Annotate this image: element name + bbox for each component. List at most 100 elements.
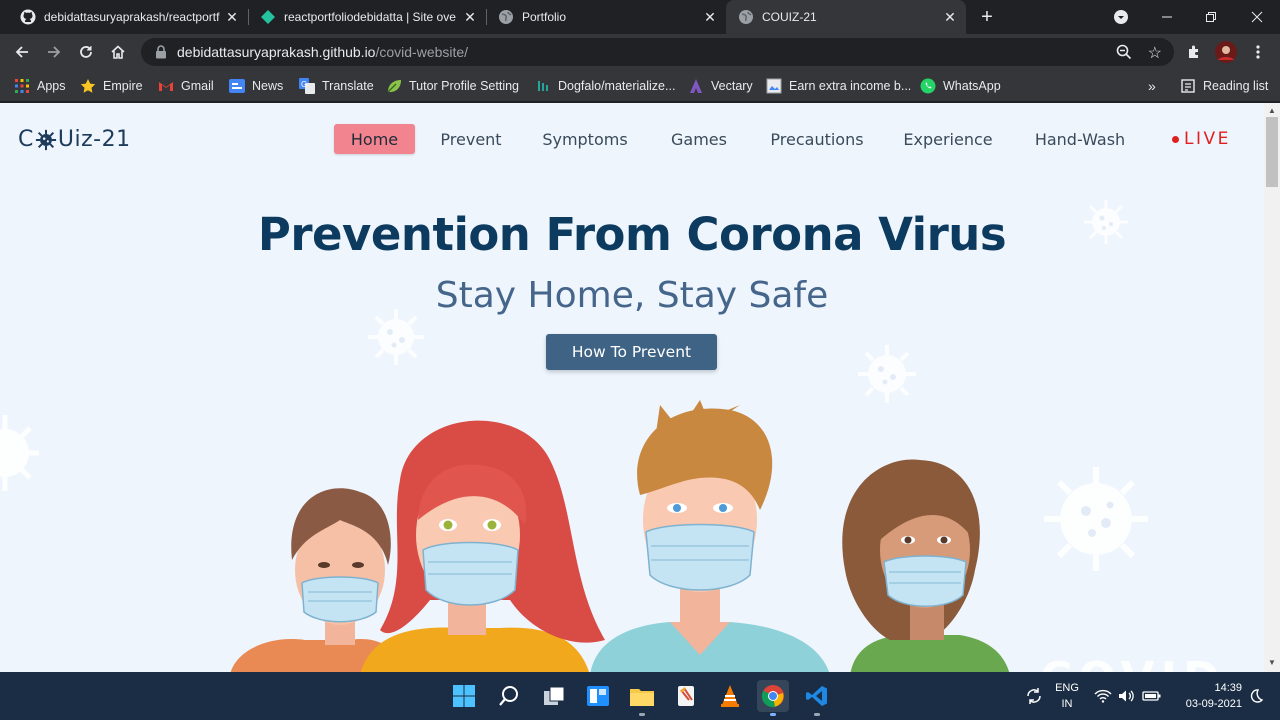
bookmark-gmail[interactable]: Gmail — [158, 75, 214, 97]
bookmark-translate[interactable]: G Translate — [299, 75, 374, 97]
person-woman-brown-hair-illustration — [842, 459, 1010, 672]
bookmark-vectary[interactable]: Vectary — [688, 75, 753, 97]
nav-games[interactable]: Games — [662, 124, 736, 154]
sync-tray-icon[interactable] — [1018, 680, 1050, 712]
task-view-icon — [544, 686, 565, 705]
logo-text-end: Uiz-21 — [57, 127, 131, 152]
chrome-menu-button[interactable] — [1244, 38, 1272, 66]
bookmark-label: Tutor Profile Setting — [409, 79, 520, 93]
apps-grid-icon — [14, 78, 30, 94]
taskbar-clock[interactable]: 14:39 03-09-2021 — [1172, 680, 1242, 712]
reload-button[interactable] — [72, 38, 100, 66]
bookmark-news[interactable]: News — [229, 75, 283, 97]
bookmark-earn[interactable]: Earn extra income b... — [766, 75, 911, 97]
scrollbar-thumb[interactable] — [1266, 117, 1278, 187]
close-icon[interactable]: ✕ — [460, 7, 480, 27]
system-tray[interactable] — [1094, 672, 1162, 720]
tab-netlify[interactable]: reactportfoliodebidatta | Site ove ✕ — [248, 0, 486, 34]
scroll-down-icon[interactable]: ▼ — [1268, 658, 1276, 667]
virus-decoration-icon — [0, 415, 39, 491]
nav-symptoms[interactable]: Symptoms — [535, 124, 635, 154]
page-scrollbar[interactable]: ▲ ▼ — [1264, 103, 1280, 672]
bookmark-star-icon[interactable]: ☆ — [1148, 43, 1162, 63]
virus-decoration-icon — [368, 309, 424, 365]
svg-text:G: G — [301, 80, 307, 89]
notes-icon — [678, 686, 694, 706]
close-icon[interactable]: ✕ — [222, 7, 242, 27]
minimize-button[interactable] — [1144, 0, 1190, 34]
hero-title: Prevention From Corona Virus — [257, 208, 1007, 261]
chevron-down-icon — [1114, 10, 1128, 24]
bookmark-label: News — [252, 79, 284, 93]
notes-app-button[interactable] — [670, 680, 702, 712]
bookmark-materialize[interactable]: Dogfalo/materialize... — [535, 75, 675, 97]
home-button[interactable] — [104, 38, 132, 66]
nav-home[interactable]: Home — [334, 124, 415, 154]
bookmark-label: Empire — [103, 79, 143, 93]
tab-strip: debidattasuryaprakash/reactportf ✕ react… — [0, 0, 1280, 34]
hero-subtitle: Stay Home, Stay Safe — [435, 275, 829, 316]
forward-button[interactable] — [40, 38, 68, 66]
scroll-up-icon[interactable]: ▲ — [1268, 106, 1276, 115]
nav-hand-wash[interactable]: Hand-Wash — [1024, 124, 1136, 154]
chrome-taskbar-button[interactable] — [757, 680, 789, 716]
bookmark-apps[interactable]: Apps — [14, 75, 66, 97]
taskbar-search-button[interactable] — [493, 680, 525, 712]
nav-prevent[interactable]: Prevent — [430, 124, 512, 154]
language-code: ENG — [1055, 682, 1079, 694]
tab-title: COUIZ-21 — [762, 10, 817, 24]
battery-icon — [1142, 691, 1161, 701]
language-indicator[interactable]: ENG IN — [1052, 680, 1082, 712]
person-woman-red-hair-illustration — [360, 420, 605, 672]
bookmark-tutor[interactable]: Tutor Profile Setting — [386, 75, 519, 97]
lock-icon[interactable] — [153, 44, 169, 60]
live-dot-icon — [1172, 135, 1179, 143]
search-icon — [499, 686, 518, 706]
back-button[interactable] — [8, 38, 36, 66]
vscode-button[interactable] — [801, 680, 833, 716]
close-icon[interactable]: ✕ — [700, 7, 720, 27]
reading-list-button[interactable]: Reading list — [1180, 75, 1268, 97]
tab-title: Portfolio — [522, 10, 567, 24]
bookmark-empire[interactable]: Empire — [80, 75, 143, 97]
nav-live[interactable]: LIVE — [1172, 129, 1231, 149]
clock-time: 14:39 — [1214, 682, 1242, 694]
restore-button[interactable] — [1188, 0, 1234, 34]
close-icon[interactable]: ✕ — [940, 7, 960, 27]
nav-experience[interactable]: Experience — [898, 124, 998, 154]
task-view-button[interactable] — [538, 680, 570, 712]
tab-portfolio[interactable]: Portfolio ✕ — [486, 0, 726, 34]
extensions-button[interactable] — [1180, 38, 1208, 66]
close-window-button[interactable] — [1234, 0, 1280, 34]
file-explorer-button[interactable] — [626, 680, 658, 716]
virus-decoration-icon — [858, 345, 916, 403]
vlc-button[interactable] — [714, 680, 746, 712]
bookmark-whatsapp[interactable]: WhatsApp — [920, 75, 1001, 97]
live-label: LIVE — [1184, 129, 1231, 149]
bookmark-label: Vectary — [711, 79, 753, 93]
gmail-icon — [158, 78, 174, 94]
windows-start-button[interactable] — [448, 680, 480, 712]
tab-github[interactable]: debidattasuryaprakash/reactportf ✕ — [8, 0, 248, 34]
bookmark-label: WhatsApp — [943, 79, 1001, 93]
tab-search-button[interactable] — [1098, 0, 1144, 34]
zoom-icon[interactable] — [1116, 44, 1132, 65]
netlify-icon — [260, 9, 276, 25]
focus-assist-icon[interactable] — [1240, 680, 1272, 712]
star-icon — [80, 78, 96, 94]
how-to-prevent-button[interactable]: How To Prevent — [546, 334, 717, 370]
new-tab-button[interactable]: + — [975, 5, 999, 29]
vectary-icon — [688, 78, 704, 94]
close-icon — [1251, 11, 1263, 23]
address-bar[interactable]: debidattasuryaprakash.github.io/covid-we… — [141, 38, 1174, 66]
masked-people-illustration — [230, 400, 1010, 672]
home-icon — [111, 45, 125, 59]
github-icon — [20, 9, 36, 25]
site-logo[interactable]: C Uiz-21 — [18, 127, 131, 152]
profile-avatar[interactable] — [1212, 38, 1240, 66]
widgets-button[interactable] — [582, 680, 614, 712]
tab-couiz[interactable]: COUIZ-21 ✕ — [726, 0, 966, 34]
bookmarks-overflow-button[interactable]: » — [1148, 75, 1156, 97]
restore-icon — [1206, 12, 1216, 22]
nav-precautions[interactable]: Precautions — [763, 124, 871, 154]
